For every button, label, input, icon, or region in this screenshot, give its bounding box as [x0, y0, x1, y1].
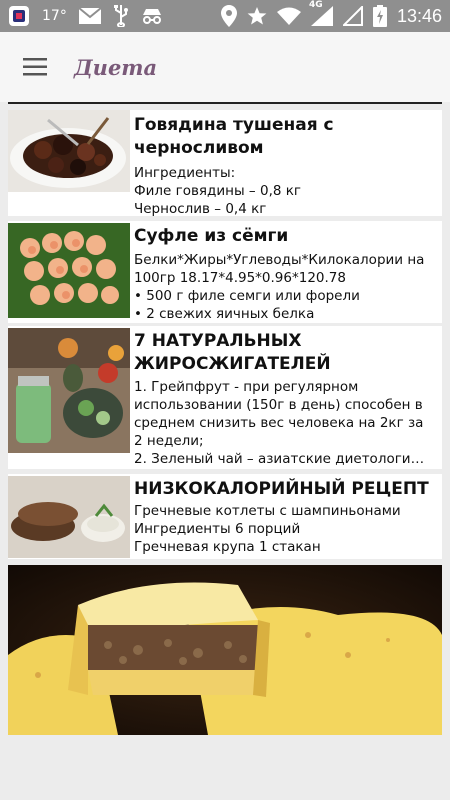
description-line: Филе говядины – 0,8 кг	[134, 183, 301, 199]
mail-icon	[78, 8, 101, 24]
recipe-title: Суфле из сёмги	[134, 226, 289, 246]
salmon-souffle-photo	[8, 223, 130, 318]
signal-empty-icon	[342, 6, 363, 26]
buckwheat-cutlets-photo	[8, 476, 130, 558]
recipe-card[interactable]: 7 НАТУРАЛЬНЫХ ЖИРОСЖИГАТЕЛЕЙ 1. Грейпфру…	[8, 326, 442, 469]
description-line: Гречневая крупа 1 стакан	[134, 539, 321, 555]
usb-icon	[113, 5, 129, 27]
recipe-card[interactable]: Суфле из сёмги Белки*Жиры*Углеводы*Килок…	[8, 221, 442, 323]
star-icon	[247, 6, 267, 26]
description-line: Ингредиенты 6 порций	[134, 521, 301, 537]
description-line: Гречневые котлеты с шампиньонами	[134, 503, 401, 519]
recipe-card[interactable]: Говядина тушеная с черносливом Ингредиен…	[8, 110, 442, 216]
app-notification-icon	[8, 5, 30, 27]
description-line: 1. Грейпфрут - при регулярном использова…	[134, 379, 424, 449]
recipe-description: Белки*Жиры*Углеводы*Килокалории на 100гр…	[134, 251, 436, 323]
beef-prunes-photo	[8, 110, 130, 192]
recipe-title: НИЗКОКАЛОРИЙНЫЙ РЕЦЕПТ	[134, 479, 429, 499]
description-line: Ингредиенты:	[134, 165, 236, 181]
menu-button[interactable]	[0, 32, 70, 102]
description-line: Белки*Жиры*Углеводы*Килокалории на 100гр…	[134, 252, 425, 286]
battery-icon	[372, 5, 387, 27]
app-title: Диета	[74, 54, 158, 80]
description-line: Чернослив – 0,4 кг	[134, 201, 267, 216]
recipe-title: 7 НАТУРАЛЬНЫХ ЖИРОСЖИГАТЕЛЕЙ	[134, 331, 331, 374]
clock-text: 13:46	[396, 5, 442, 26]
description-line: 2. Зеленый чай – азиатские диетологи…	[134, 451, 425, 467]
recipe-description: 1. Грейпфрут - при регулярном использова…	[134, 378, 436, 468]
description-line: • 2 свежих яичных белка	[134, 306, 315, 322]
fat-burners-photo	[8, 328, 130, 453]
recipe-card[interactable]: НИЗКОКАЛОРИЙНЫЙ РЕЦЕПТ Гречневые котлеты…	[8, 474, 442, 559]
hamburger-icon	[23, 58, 47, 76]
featured-recipe-image[interactable]	[8, 565, 442, 735]
temperature-text: 17°	[42, 8, 67, 24]
network-type-text: 4G	[308, 0, 323, 10]
status-bar: 17° 4G 13:46	[0, 0, 450, 32]
description-line: • 500 г филе семги или форели	[134, 288, 360, 304]
recipe-description: Гречневые котлеты с шампиньонами Ингреди…	[134, 502, 436, 556]
cellular-signal-icon: 4G	[309, 0, 333, 26]
wifi-icon	[276, 7, 301, 25]
divider	[8, 102, 442, 104]
recipe-description: Ингредиенты: Филе говядины – 0,8 кг Черн…	[134, 164, 436, 216]
recipe-title: Говядина тушеная с черносливом	[134, 115, 334, 158]
location-icon	[220, 5, 237, 27]
incognito-icon	[141, 7, 163, 25]
app-toolbar: Диета	[0, 32, 450, 102]
casserole-photo	[8, 565, 442, 735]
